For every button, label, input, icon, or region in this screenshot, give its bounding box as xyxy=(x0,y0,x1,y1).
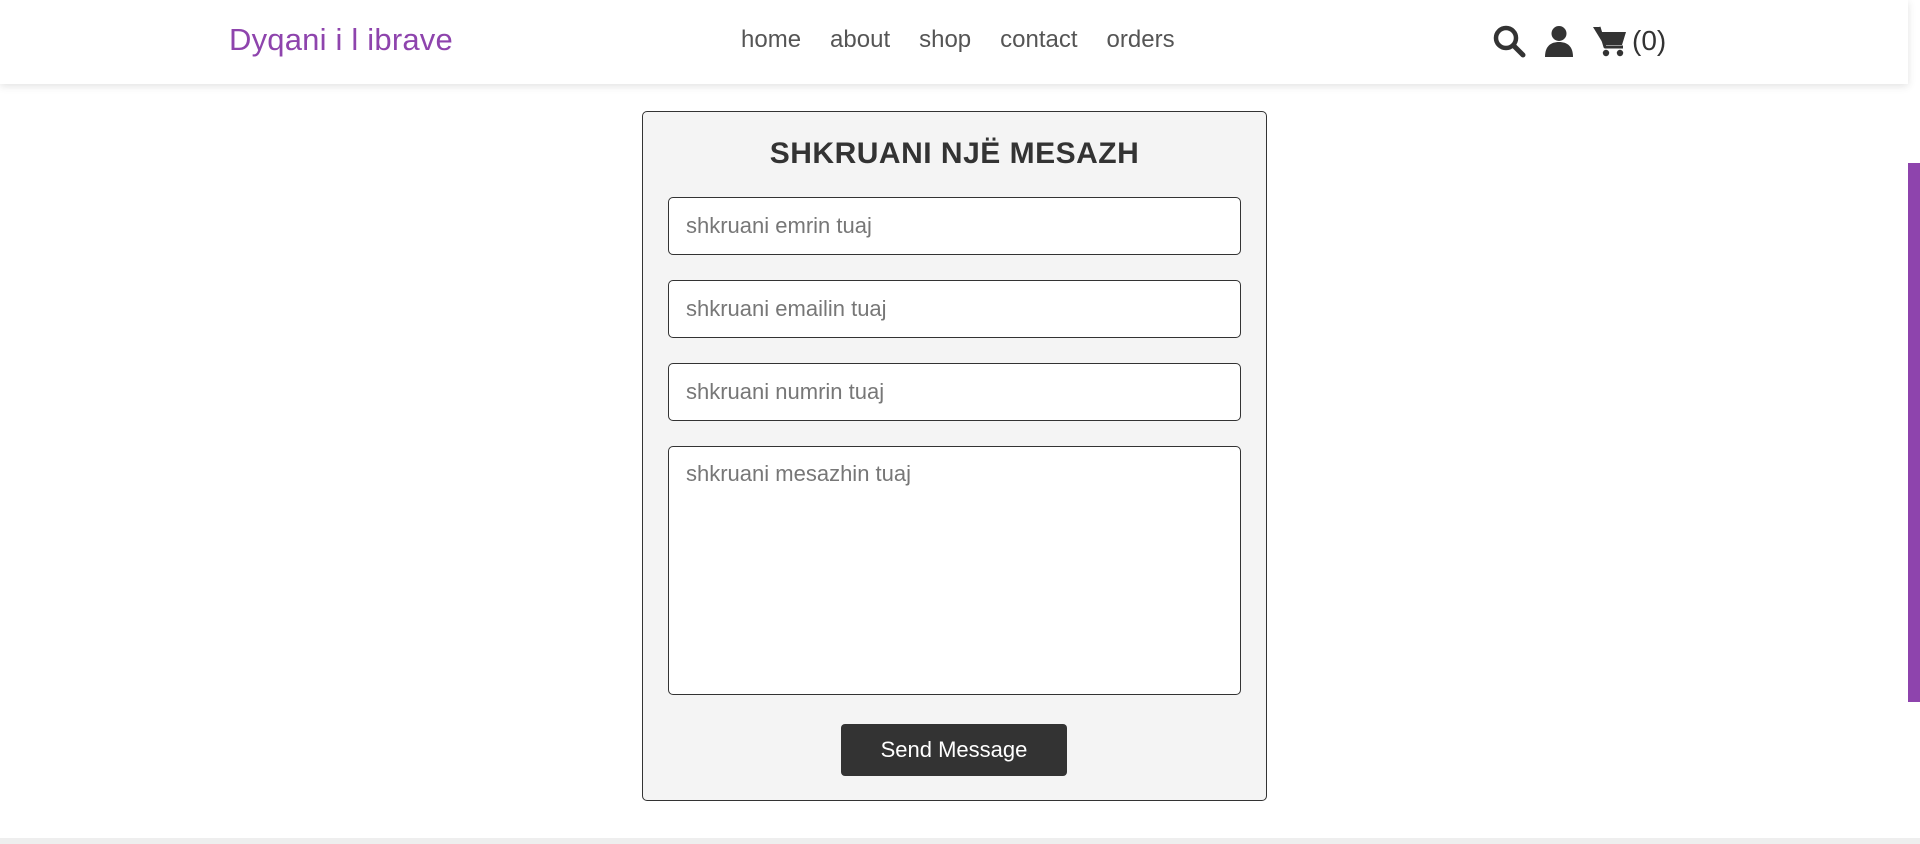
nav-link-shop[interactable]: shop xyxy=(919,26,971,54)
main-nav: home about shop contact orders xyxy=(741,26,1175,54)
nav-link-orders[interactable]: orders xyxy=(1107,26,1175,54)
site-logo[interactable]: Dyqani i l ibrave xyxy=(229,22,453,58)
footer-edge xyxy=(0,838,1920,844)
contact-form: SHKRUANI NJË MESAZH Send Message xyxy=(642,111,1267,801)
cart-button[interactable]: (0) xyxy=(1592,24,1666,58)
name-input[interactable] xyxy=(668,197,1241,255)
site-header: Dyqani i l ibrave home about shop contac… xyxy=(0,0,1908,84)
email-input[interactable] xyxy=(668,280,1241,338)
number-input[interactable] xyxy=(668,363,1241,421)
message-textarea[interactable] xyxy=(668,446,1241,695)
nav-link-home[interactable]: home xyxy=(741,26,801,54)
cart-icon xyxy=(1592,24,1628,58)
send-message-button[interactable]: Send Message xyxy=(841,724,1067,776)
header-icons: (0) xyxy=(1492,20,1666,62)
user-icon[interactable] xyxy=(1544,25,1574,57)
nav-link-contact[interactable]: contact xyxy=(1000,26,1077,54)
scrollbar-thumb[interactable] xyxy=(1908,163,1920,702)
cart-count: (0) xyxy=(1632,25,1667,56)
search-icon[interactable] xyxy=(1492,24,1526,58)
form-title: SHKRUANI NJË MESAZH xyxy=(769,137,1140,170)
nav-link-about[interactable]: about xyxy=(830,26,890,54)
